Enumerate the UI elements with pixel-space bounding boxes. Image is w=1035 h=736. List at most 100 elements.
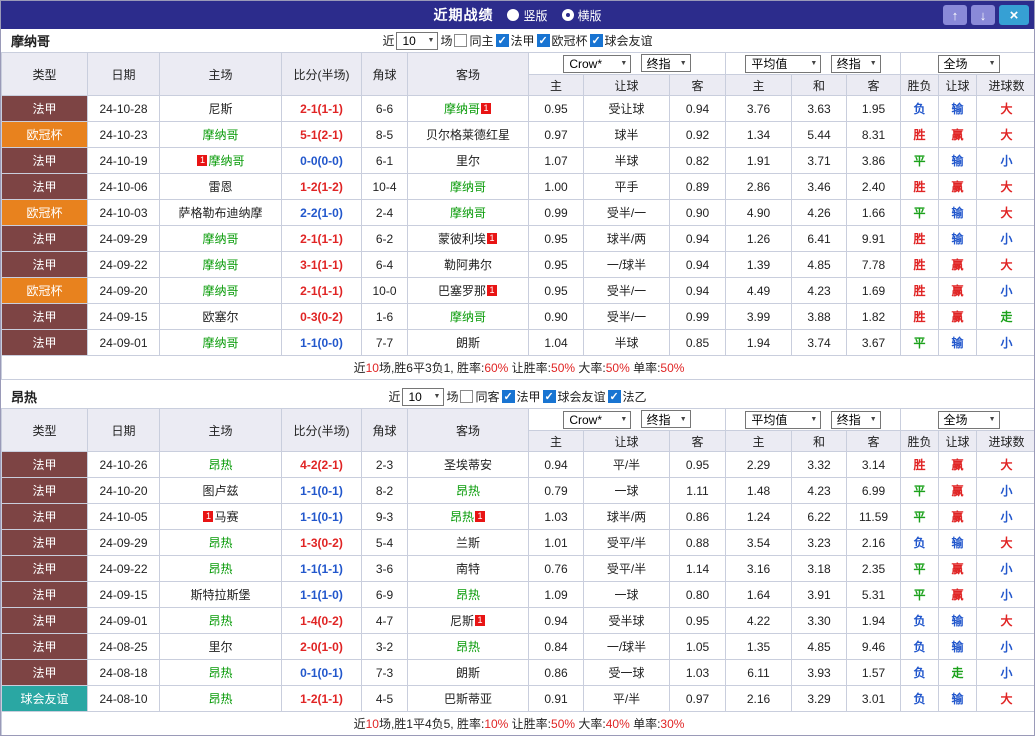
away-team[interactable]: 贝尔格莱德红星 (407, 121, 529, 148)
away-team[interactable]: 兰斯 (407, 529, 529, 556)
home-team[interactable]: 昂热 (159, 555, 282, 582)
result-handicap: 赢 (938, 251, 978, 278)
move-up-button[interactable]: ↑ (943, 5, 967, 25)
dropdown-arrow-icon: ▼ (620, 60, 628, 68)
final-index-select[interactable]: 终指 ▼ (640, 54, 691, 73)
home-team[interactable]: 图卢兹 (159, 477, 282, 504)
away-team[interactable]: 里尔 (407, 147, 529, 174)
layout-radio-vertical[interactable]: 竖版 (507, 7, 548, 24)
match-date: 24-09-15 (87, 303, 160, 330)
home-team[interactable]: 摩纳哥 (159, 225, 282, 252)
dropdown-arrow-icon: ▼ (869, 416, 877, 423)
col-result-wdl: 胜负 (900, 430, 940, 452)
league-checkbox[interactable] (501, 390, 515, 403)
col-score: 比分(半场) (281, 52, 362, 96)
avg-away: 1.66 (845, 199, 902, 226)
avg-home: 1.26 (725, 225, 792, 252)
avg-away: 3.67 (845, 329, 902, 356)
home-team[interactable]: 里尔 (159, 633, 282, 660)
page-title: 近期战绩 (433, 7, 494, 23)
avg-away: 6.99 (845, 477, 902, 504)
result-goals: 大 (976, 251, 1034, 278)
summary-text: 大率: (575, 361, 606, 375)
away-team[interactable]: 巴斯蒂亚 (407, 685, 529, 712)
avg-home: 1.24 (725, 503, 792, 530)
close-button[interactable]: × (999, 5, 1029, 25)
same-venue-checkbox[interactable] (454, 34, 468, 47)
away-team[interactable]: 南特 (407, 555, 529, 582)
away-team[interactable]: 昂热 (407, 477, 529, 504)
league-checkbox[interactable] (589, 34, 603, 47)
same-venue-label: 同主 (469, 34, 494, 48)
home-team[interactable]: 昂热 (159, 659, 282, 686)
result-goals: 小 (976, 147, 1034, 174)
league-checkbox[interactable] (542, 390, 556, 403)
home-team[interactable]: 斯特拉斯堡 (159, 581, 282, 608)
avg-draw: 3.32 (791, 451, 847, 478)
home-team[interactable]: 1 马赛 (159, 503, 282, 530)
away-team[interactable]: 摩纳哥 (407, 303, 529, 330)
final-index-select[interactable]: 终指 ▼ (830, 410, 881, 429)
away-team[interactable]: 摩纳哥 (407, 199, 529, 226)
company-select[interactable]: Crow* ▼ (563, 54, 632, 73)
away-team[interactable]: 勒阿弗尔 (407, 251, 529, 278)
same-venue-checkbox[interactable] (460, 390, 474, 403)
home-team[interactable]: 昂热 (159, 607, 282, 634)
avg-away: 3.86 (845, 147, 902, 174)
home-team[interactable]: 昂热 (159, 529, 282, 556)
home-team[interactable]: 摩纳哥 (159, 251, 282, 278)
away-team[interactable]: 摩纳哥 (407, 173, 529, 200)
match-score: 0-1(0-1) (281, 659, 362, 686)
away-team[interactable]: 昂热 (407, 581, 529, 608)
team-name: 昂热 (455, 588, 480, 602)
away-team[interactable]: 朗斯 (407, 659, 529, 686)
league-checkbox[interactable] (536, 34, 550, 47)
home-team[interactable]: 摩纳哥 (159, 121, 282, 148)
home-team[interactable]: 摩纳哥 (159, 277, 282, 304)
home-team[interactable]: 欧塞尔 (159, 303, 282, 330)
league-checkbox-label: 法甲 (510, 34, 535, 48)
home-team[interactable]: 1 摩纳哥 (159, 147, 282, 174)
col-avg-away: 客 (845, 74, 902, 96)
away-team[interactable]: 昂热 1 (407, 503, 529, 530)
away-team[interactable]: 圣埃蒂安 (407, 451, 529, 478)
league-checkbox-label: 球会友谊 (604, 34, 653, 48)
average-select[interactable]: 平均值 ▼ (745, 410, 822, 429)
league-badge: 法甲 (1, 607, 88, 634)
select-value: 10 (408, 389, 422, 404)
league-checkbox[interactable] (495, 34, 509, 47)
final-index-select[interactable]: 终指 ▼ (640, 410, 691, 429)
home-team[interactable]: 昂热 (159, 451, 282, 478)
result-wdl: 平 (900, 147, 940, 174)
team-name: 尼斯 (208, 102, 233, 116)
final-index-select[interactable]: 终指 ▼ (830, 54, 881, 73)
away-team[interactable]: 昂热 (407, 633, 529, 660)
odds-home: 0.86 (528, 659, 584, 686)
league-checkbox[interactable] (607, 390, 621, 403)
fullmatch-select[interactable]: 全场 ▼ (937, 54, 1000, 73)
home-team[interactable]: 摩纳哥 (159, 329, 282, 356)
average-select[interactable]: 平均值 ▼ (745, 54, 822, 73)
home-team[interactable]: 萨格勒布迪纳摩 (159, 199, 282, 226)
company-select[interactable]: Crow* ▼ (563, 410, 632, 429)
move-down-button[interactable]: ↓ (971, 5, 995, 25)
away-team[interactable]: 巴塞罗那 1 (407, 277, 529, 304)
odds-away: 0.90 (669, 199, 726, 226)
home-team[interactable]: 雷恩 (159, 173, 282, 200)
summary-stat-value: 50% (605, 361, 630, 375)
fullmatch-select[interactable]: 全场 ▼ (937, 410, 1000, 429)
match-count-select[interactable]: 10 ▼ (396, 31, 439, 50)
avg-away: 8.31 (845, 121, 902, 148)
away-team[interactable]: 尼斯 1 (407, 607, 529, 634)
away-team[interactable]: 朗斯 (407, 329, 529, 356)
select-value: 终指 (646, 56, 671, 71)
team-name: 雷恩 (208, 180, 233, 194)
match-count-select[interactable]: 10 ▼ (402, 387, 445, 406)
home-team[interactable]: 尼斯 (159, 95, 282, 122)
layout-radio-horizontal[interactable]: 横版 (561, 7, 602, 24)
away-team[interactable]: 摩纳哥 1 (407, 95, 529, 122)
summary-text: 单率: (629, 717, 661, 731)
away-team[interactable]: 蒙彼利埃 1 (407, 225, 529, 252)
result-wdl: 负 (900, 633, 940, 660)
home-team[interactable]: 昂热 (159, 685, 282, 712)
